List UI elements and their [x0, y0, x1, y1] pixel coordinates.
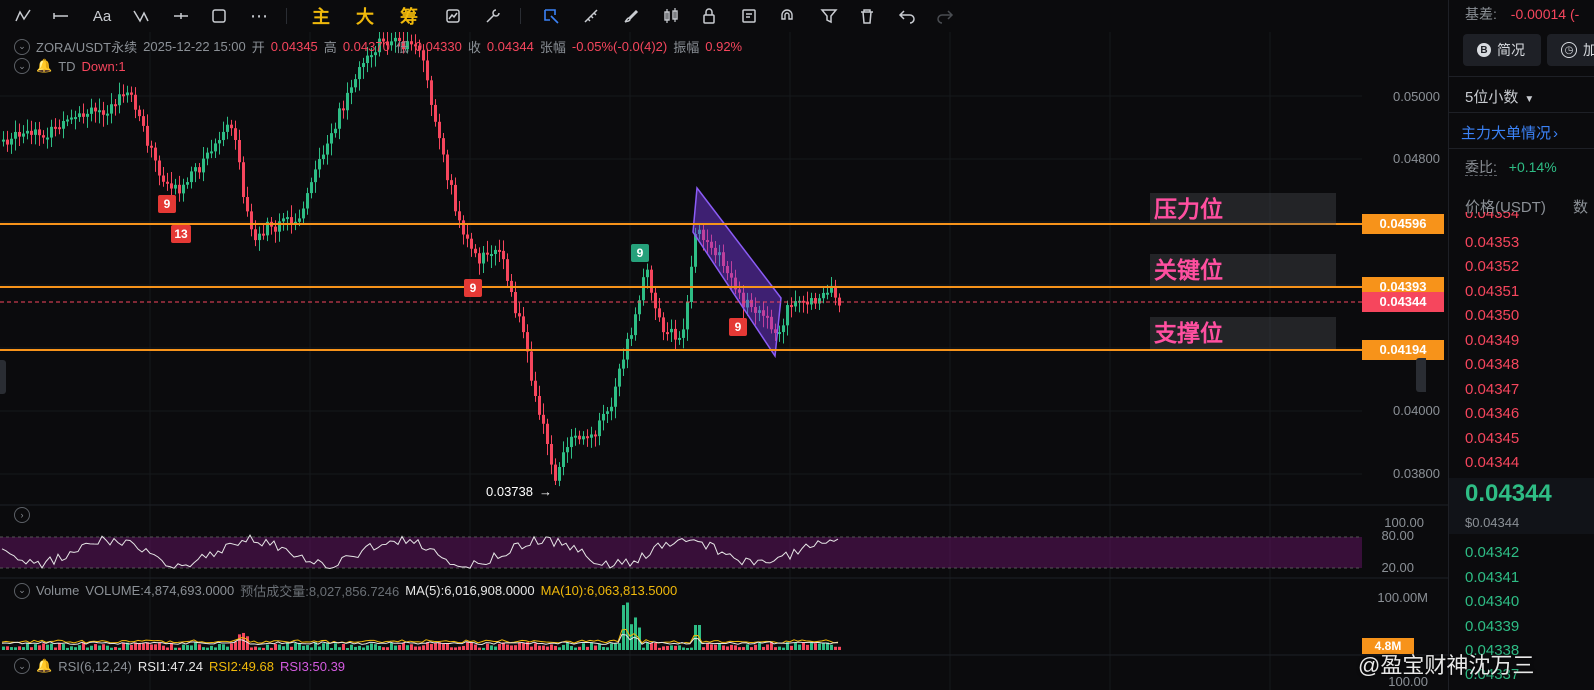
bell-icon[interactable]: 🔔 — [36, 658, 52, 674]
ask-price[interactable]: 0.04349 — [1465, 332, 1519, 349]
support-zone-label[interactable]: 支撑位 — [1150, 317, 1336, 349]
rectangle-icon[interactable] — [206, 0, 232, 32]
key-zone-label[interactable]: 关键位 — [1150, 254, 1336, 286]
note-icon[interactable] — [736, 0, 762, 32]
order-book-panel: 基差: -0.00014 (- B 简况 ◷ 加 5位小数 ▼ 主力大单情况 › 委… — [1448, 0, 1594, 690]
ask-price[interactable]: 0.04346 — [1465, 405, 1519, 422]
collapse-icon[interactable]: ⌄ — [14, 58, 30, 74]
ray-icon[interactable] — [168, 0, 194, 32]
collapse-icon[interactable]: ⌄ — [14, 658, 30, 674]
chips-button[interactable]: 筹 — [396, 0, 422, 32]
close-value: 0.04344 — [486, 39, 534, 54]
last-price: 0.04344 — [1465, 480, 1552, 507]
ask-price[interactable]: 0.04348 — [1465, 356, 1519, 373]
ask-price[interactable]: 0.04354 — [1465, 212, 1519, 222]
expand-icon[interactable]: › — [14, 507, 30, 523]
big-orders-button[interactable]: 大 — [352, 0, 378, 32]
td-sequence-badge: 9 — [729, 318, 747, 336]
rsi-axis-label: 80.00 — [1381, 528, 1414, 543]
watermark: @盈宝财神沈万三 — [1358, 653, 1535, 678]
td-sequence-badge: 9 — [158, 195, 176, 213]
magnet-icon[interactable] — [774, 0, 800, 32]
td-name[interactable]: TD — [58, 59, 75, 74]
ask-price[interactable]: 0.04345 — [1465, 430, 1519, 447]
td-legend: ⌄ 🔔 TD Down:1 — [14, 58, 126, 74]
pressure-price-tag: 0.04596 — [1362, 214, 1444, 234]
amplitude-value: 0.92% — [705, 39, 743, 54]
rsi-axis-label: 20.00 — [1381, 560, 1414, 575]
ask-price[interactable]: 0.04353 — [1465, 234, 1519, 251]
fib-icon[interactable] — [128, 0, 154, 32]
filter-icon[interactable] — [816, 0, 842, 32]
chart-area[interactable]: ⌄ ZORA/USDT永续 2025-12-22 15:00 开 0.04345 … — [0, 0, 1448, 690]
ask-price[interactable]: 0.04352 — [1465, 258, 1519, 275]
td-sequence-badge: 13 — [171, 225, 191, 243]
td-sequence-badge: 9 — [631, 244, 649, 262]
ask-price[interactable]: 0.04350 — [1465, 307, 1519, 324]
ask-price[interactable]: 0.04344 — [1465, 454, 1519, 471]
bid-price[interactable]: 0.04342 — [1465, 544, 1519, 561]
price-axis-label: 0.04000 — [1393, 403, 1440, 418]
wrench-icon[interactable] — [480, 0, 506, 32]
ask-price[interactable]: 0.04351 — [1465, 283, 1519, 300]
price-axis-label: 0.03800 — [1393, 466, 1440, 481]
change-value: -0.05%(-0.0(4)2) — [571, 39, 668, 54]
pressure-zone-label[interactable]: 压力位 — [1150, 193, 1336, 225]
undo-icon[interactable] — [894, 0, 920, 32]
redo-icon[interactable] — [932, 0, 958, 32]
bell-icon[interactable]: 🔔 — [36, 58, 52, 74]
measure-icon[interactable] — [578, 0, 604, 32]
ohlc-legend: ⌄ ZORA/USDT永续 2025-12-22 15:00 开 0.04345 … — [14, 37, 742, 56]
low-value: 0.04330 — [414, 39, 462, 54]
collapse-icon[interactable]: ⌄ — [14, 38, 30, 55]
trend-line-icon[interactable] — [10, 0, 36, 32]
indicator-icon[interactable] — [440, 0, 466, 32]
left-collapse-handle[interactable] — [0, 360, 6, 394]
bar-datetime: 2025-12-22 15:00 — [143, 39, 246, 54]
symbol-name[interactable]: ZORA/USDT永续 — [36, 37, 137, 56]
volume-axis-label: 100.00M — [1377, 590, 1428, 605]
low-marker: 0.03738 → — [486, 484, 552, 499]
ask-price[interactable]: 0.04347 — [1465, 381, 1519, 398]
bid-price[interactable]: 0.04340 — [1465, 593, 1519, 610]
horizontal-line-icon[interactable] — [48, 0, 74, 32]
price-axis-label: 0.05000 — [1393, 89, 1440, 104]
more-icon[interactable]: ⋯ — [246, 0, 272, 32]
last-price-usd: $0.04344 — [1465, 515, 1520, 530]
high-value: 0.04370 — [342, 39, 390, 54]
brush-icon[interactable] — [618, 0, 644, 32]
td-value: Down:1 — [81, 58, 126, 74]
rsi-legend: ⌄ 🔔 RSI(6,12,24) RSI1:47.24 RSI2:49.68 R… — [14, 658, 345, 674]
main-indicator-button[interactable]: 主 — [308, 0, 334, 32]
price-axis-label: 0.04800 — [1393, 151, 1440, 166]
lock-icon[interactable] — [696, 0, 722, 32]
volume-ma5-line — [1, 628, 839, 644]
drawing-toolbar: Aa ⋯ 主 大 筹 — [0, 0, 1448, 32]
collapse-icon[interactable]: ⌄ — [14, 582, 30, 599]
select-icon[interactable] — [538, 0, 564, 32]
current-price-tag: 0.04344 — [1362, 292, 1444, 312]
td-sequence-badge: 9 — [464, 279, 482, 297]
support-price-tag: 0.04194 — [1362, 340, 1444, 360]
volume-legend: ⌄ Volume VOLUME:4,874,693.0000 预估成交量:8,0… — [14, 581, 677, 600]
rsi-toggle: › — [14, 507, 30, 523]
candle-icon[interactable] — [658, 0, 684, 32]
trash-icon[interactable] — [854, 0, 880, 32]
trading-app: ⌄ ZORA/USDT永续 2025-12-22 15:00 开 0.04345 … — [0, 0, 1594, 690]
bid-price[interactable]: 0.04341 — [1465, 569, 1519, 586]
rsi-band — [0, 537, 1362, 568]
text-icon[interactable]: Aa — [88, 0, 116, 32]
open-value: 0.04345 — [270, 39, 318, 54]
right-collapse-handle[interactable] — [1416, 358, 1426, 392]
bid-price[interactable]: 0.04339 — [1465, 618, 1519, 635]
